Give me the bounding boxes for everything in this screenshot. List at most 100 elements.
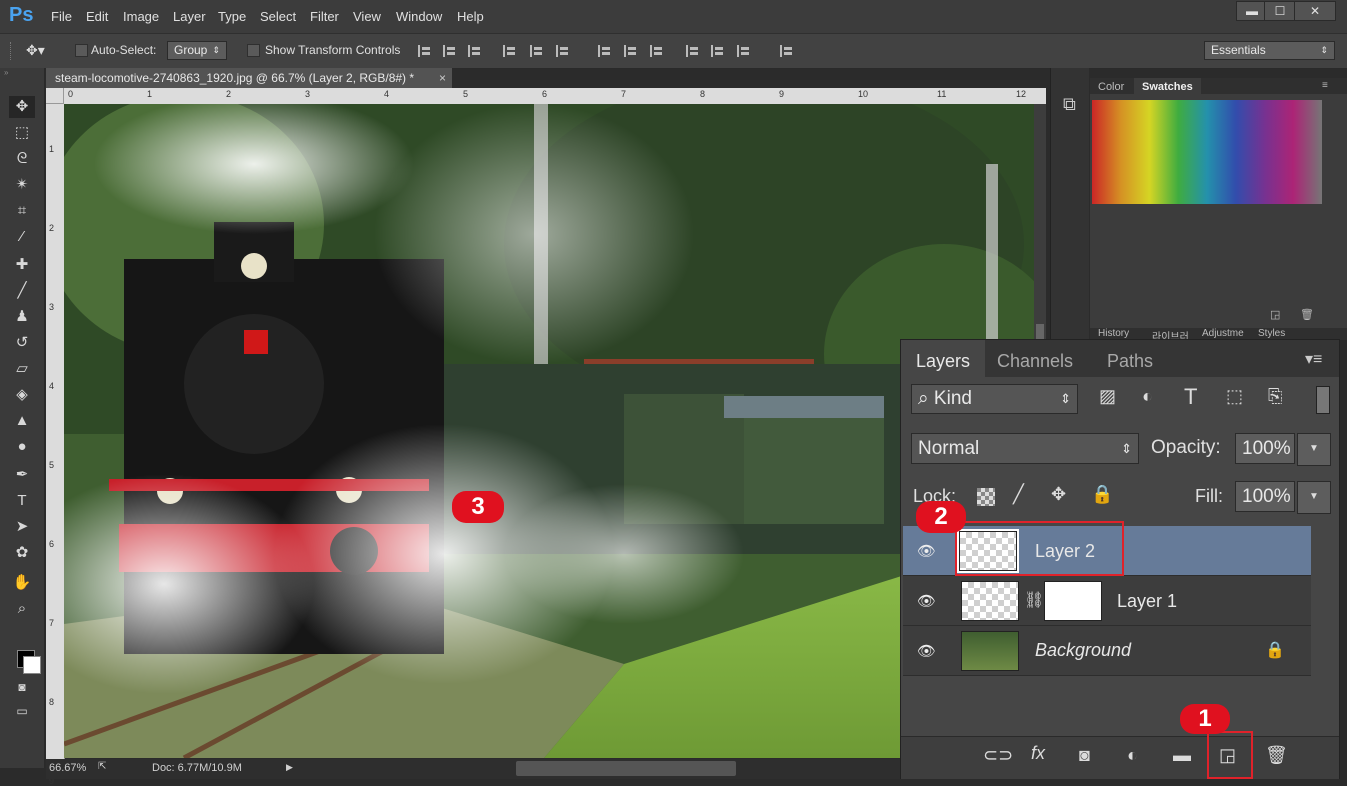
visibility-eye-icon[interactable]: 👁 xyxy=(917,592,939,610)
close-tab-icon[interactable]: × xyxy=(439,68,446,88)
align-top-icon[interactable] xyxy=(418,45,432,57)
zoom-tool-icon[interactable]: ⌕ xyxy=(9,598,35,620)
background-color-swatch[interactable] xyxy=(23,656,41,674)
panel-menu-icon[interactable]: ≡ xyxy=(1322,80,1328,91)
opacity-slider-toggle[interactable]: ▼ xyxy=(1297,433,1331,466)
layer-row-background[interactable]: 👁 Background 🔒 xyxy=(903,626,1311,676)
auto-align-icon[interactable] xyxy=(780,45,794,57)
document-tab[interactable]: steam-locomotive-2740863_1920.jpg @ 66.7… xyxy=(46,68,452,88)
distribute-top-icon[interactable] xyxy=(598,45,612,57)
align-bottom-icon[interactable] xyxy=(468,45,482,57)
menu-filter[interactable]: Filter xyxy=(310,9,339,24)
adjustment-layer-icon[interactable]: ◐ xyxy=(1127,745,1138,766)
filter-type-icon[interactable]: T xyxy=(1184,384,1197,410)
quick-mask-icon[interactable]: ◙ xyxy=(9,676,35,698)
path-selection-tool-icon[interactable]: ➤ xyxy=(9,516,35,538)
filter-smart-object-icon[interactable]: ⎘ xyxy=(1268,386,1282,407)
tab-paths[interactable]: Paths xyxy=(1107,340,1153,377)
brush-tool-icon[interactable]: ╱ xyxy=(9,280,35,302)
distribute-vcenter-icon[interactable] xyxy=(624,45,638,57)
filter-adjustment-icon[interactable]: ◐ xyxy=(1142,386,1153,407)
move-tool-icon[interactable]: ✥ xyxy=(9,96,35,118)
crop-tool-icon[interactable]: ⌗ xyxy=(9,200,35,222)
auto-select-checkbox[interactable] xyxy=(75,44,88,57)
delete-swatch-icon[interactable]: 🗑 xyxy=(1300,308,1314,321)
align-left-icon[interactable] xyxy=(503,45,517,57)
shape-tool-icon[interactable]: ✿ xyxy=(9,542,35,564)
maximize-button[interactable]: ☐ xyxy=(1264,1,1296,21)
layer-row-layer1[interactable]: 👁 ⛓ Layer 1 xyxy=(903,576,1311,626)
status-arrow-icon[interactable]: ▶ xyxy=(286,762,293,773)
lock-position-icon[interactable]: ✥ xyxy=(1051,484,1066,505)
menu-view[interactable]: View xyxy=(353,9,381,24)
visibility-eye-icon[interactable]: 👁 xyxy=(917,642,939,660)
fill-input[interactable]: 100% xyxy=(1235,481,1295,512)
distribute-hcenter-icon[interactable] xyxy=(711,45,725,57)
export-icon[interactable]: ⇱ xyxy=(98,761,106,772)
auto-select-dropdown[interactable]: Group ⇕ xyxy=(167,41,227,60)
distribute-right-icon[interactable] xyxy=(737,45,751,57)
add-mask-icon[interactable]: ◙ xyxy=(1079,745,1090,766)
eyedropper-tool-icon[interactable]: ⁄ xyxy=(9,226,35,248)
layers-panel-menu-icon[interactable]: ▾≡ xyxy=(1305,349,1322,369)
link-layers-icon[interactable]: ⊂⊃ xyxy=(983,745,1013,766)
screen-mode-icon[interactable]: ▭ xyxy=(9,700,35,722)
filter-toggle[interactable] xyxy=(1316,386,1330,414)
menu-image[interactable]: Image xyxy=(123,9,159,24)
stamp-tool-icon[interactable]: ♟ xyxy=(9,306,35,328)
healing-brush-tool-icon[interactable]: ✚ xyxy=(9,254,35,276)
menu-file[interactable]: File xyxy=(51,9,72,24)
marquee-tool-icon[interactable]: ⬚ xyxy=(9,122,35,144)
dodge-tool-icon[interactable]: ● xyxy=(9,436,35,458)
tab-color[interactable]: Color xyxy=(1098,81,1124,93)
filter-shape-icon[interactable]: ⬚ xyxy=(1226,386,1243,407)
properties-icon[interactable]: ⧉ xyxy=(1063,94,1076,115)
zoom-level[interactable]: 66.67% xyxy=(49,762,86,774)
swatch-grid[interactable] xyxy=(1092,100,1322,204)
tab-adjustments[interactable]: Adjustme xyxy=(1202,328,1244,339)
show-transform-checkbox[interactable] xyxy=(247,44,260,57)
layer-name[interactable]: Layer 1 xyxy=(1117,591,1177,612)
menu-window[interactable]: Window xyxy=(396,9,442,24)
layer-style-fx-icon[interactable]: fx xyxy=(1031,743,1045,764)
type-tool-icon[interactable]: T xyxy=(9,490,35,512)
layer-mask-thumbnail[interactable] xyxy=(1044,581,1102,621)
eraser-tool-icon[interactable]: ▱ xyxy=(9,358,35,380)
tab-history[interactable]: History xyxy=(1098,328,1129,339)
ruler-origin[interactable] xyxy=(46,88,64,104)
tab-channels[interactable]: Channels xyxy=(997,340,1073,377)
fill-slider-toggle[interactable]: ▼ xyxy=(1297,481,1331,514)
filter-pixel-icon[interactable]: ▨ xyxy=(1099,386,1116,407)
menu-help[interactable]: Help xyxy=(457,9,484,24)
menu-edit[interactable]: Edit xyxy=(86,9,108,24)
menu-select[interactable]: Select xyxy=(260,9,296,24)
document-canvas[interactable] xyxy=(64,104,1034,758)
menu-type[interactable]: Type xyxy=(218,9,246,24)
horizontal-scrollbar[interactable] xyxy=(516,761,736,776)
hand-tool-icon[interactable]: ✋ xyxy=(9,572,35,594)
workspace-dropdown[interactable]: Essentials ⇕ xyxy=(1204,41,1335,60)
blend-mode-dropdown[interactable]: Normal ⇕ xyxy=(911,433,1139,464)
toolbar-collapse-icon[interactable]: » xyxy=(4,68,8,77)
menu-layer[interactable]: Layer xyxy=(173,9,206,24)
lock-pixels-icon[interactable]: ╱ xyxy=(1013,484,1024,505)
lock-transparent-icon[interactable] xyxy=(977,488,995,506)
delete-layer-icon[interactable]: 🗑 xyxy=(1265,745,1288,766)
tab-layers[interactable]: Layers xyxy=(901,340,985,377)
lasso-tool-icon[interactable]: ᘓ xyxy=(9,148,35,170)
layer-mask-link-icon[interactable]: ⛓ xyxy=(1024,590,1044,610)
paint-bucket-tool-icon[interactable]: ◈ xyxy=(9,384,35,406)
close-window-button[interactable]: ✕ xyxy=(1294,1,1336,21)
tab-swatches[interactable]: Swatches xyxy=(1134,78,1201,96)
layer-name[interactable]: Background xyxy=(1035,640,1131,661)
blur-tool-icon[interactable]: ▲ xyxy=(9,410,35,432)
move-tool-icon[interactable]: ✥▾ xyxy=(26,42,45,59)
distribute-left-icon[interactable] xyxy=(686,45,700,57)
align-right-icon[interactable] xyxy=(556,45,570,57)
new-group-folder-icon[interactable]: ▬ xyxy=(1173,745,1191,766)
new-swatch-icon[interactable]: ◲ xyxy=(1270,308,1280,321)
history-brush-tool-icon[interactable]: ↺ xyxy=(9,332,35,354)
distribute-bottom-icon[interactable] xyxy=(650,45,664,57)
lock-all-icon[interactable]: 🔒 xyxy=(1091,484,1113,505)
align-hcenter-icon[interactable] xyxy=(530,45,544,57)
